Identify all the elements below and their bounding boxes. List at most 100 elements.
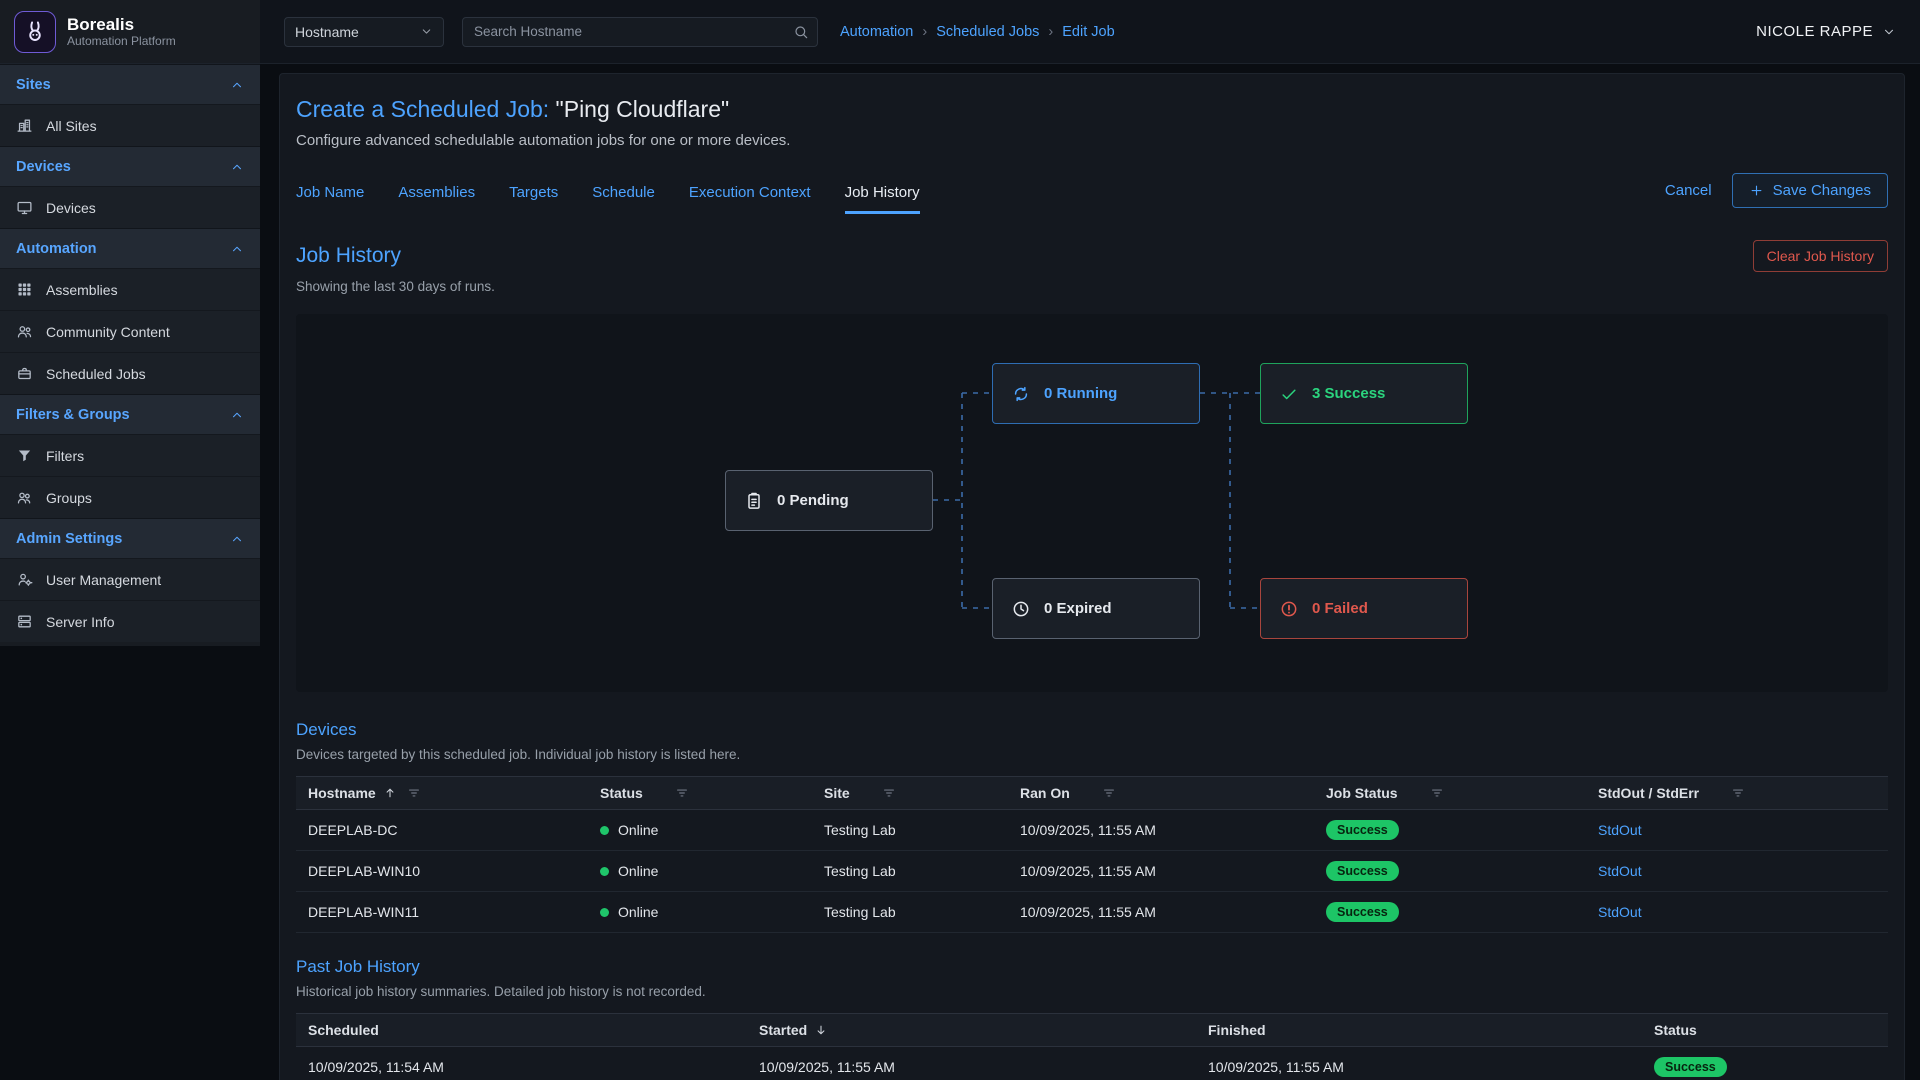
stdout-cell: StdOut: [1586, 892, 1888, 933]
column-status[interactable]: Status: [1642, 1014, 1888, 1047]
clear-job-history-button[interactable]: Clear Job History: [1753, 240, 1888, 272]
tab-schedule[interactable]: Schedule: [592, 184, 655, 214]
success-badge: Success: [1326, 902, 1399, 922]
chevron-down-icon: [1882, 25, 1896, 39]
page-title: Create a Scheduled Job: "Ping Cloudflare…: [296, 96, 1888, 123]
status-cell: Online: [588, 810, 812, 851]
user-menu[interactable]: NICOLE RAPPE: [1756, 23, 1896, 40]
item-label: Assemblies: [46, 282, 118, 298]
save-changes-label: Save Changes: [1773, 182, 1871, 199]
cancel-button[interactable]: Cancel: [1665, 182, 1712, 199]
scheduled-cell: 10/09/2025, 11:54 AM: [296, 1047, 747, 1080]
stdout-link[interactable]: StdOut: [1598, 822, 1642, 838]
user-gear-icon: [16, 571, 33, 588]
column-started[interactable]: Started: [747, 1014, 1196, 1047]
tab-job-name[interactable]: Job Name: [296, 184, 364, 214]
section-label: Automation: [16, 241, 97, 257]
pending-count-label: 0 Pending: [777, 492, 849, 509]
stdout-link[interactable]: StdOut: [1598, 904, 1642, 920]
device-row[interactable]: DEEPLAB-WIN11 Online Testing Lab 10/09/2…: [296, 892, 1888, 933]
section-label: Admin Settings: [16, 531, 122, 547]
save-changes-button[interactable]: Save Changes: [1732, 173, 1888, 208]
filter-icon[interactable]: [675, 786, 689, 800]
hostname-search: [462, 17, 818, 47]
page-subtitle: Configure advanced schedulable automatio…: [296, 132, 1888, 149]
chevron-up-icon: [230, 160, 244, 174]
column-job-status[interactable]: Job Status: [1314, 777, 1586, 810]
past-history-row[interactable]: 10/09/2025, 11:54 AM 10/09/2025, 11:55 A…: [296, 1047, 1888, 1080]
sidebar-item-community-content[interactable]: Community Content: [0, 310, 260, 352]
column-hostname[interactable]: Hostname: [296, 777, 588, 810]
sidebar-section-automation[interactable]: Automation: [0, 228, 260, 268]
item-label: Community Content: [46, 324, 170, 340]
column-scheduled[interactable]: Scheduled: [296, 1014, 747, 1047]
sidebar-section-sites[interactable]: Sites: [0, 64, 260, 104]
search-input[interactable]: [462, 17, 818, 47]
sidebar-item-all-sites[interactable]: All Sites: [0, 104, 260, 146]
failed-count-label: 0 Failed: [1312, 600, 1368, 617]
column-status[interactable]: Status: [588, 777, 812, 810]
section-label: Filters & Groups: [16, 407, 130, 423]
breadcrumb-automation[interactable]: Automation: [840, 24, 913, 40]
caret-down-icon: [420, 25, 433, 38]
filter-icon[interactable]: [882, 786, 896, 800]
breadcrumb-scheduled-jobs[interactable]: Scheduled Jobs: [913, 24, 1039, 40]
hostname-cell: DEEPLAB-DC: [296, 810, 588, 851]
alert-circle-icon: [1279, 599, 1299, 619]
device-row[interactable]: DEEPLAB-WIN10 Online Testing Lab 10/09/2…: [296, 851, 1888, 892]
job-status-cell: Success: [1314, 851, 1586, 892]
flow-node-expired[interactable]: 0 Expired: [992, 578, 1200, 639]
sidebar-item-devices[interactable]: Devices: [0, 186, 260, 228]
item-label: Devices: [46, 200, 96, 216]
sidebar-section-devices[interactable]: Devices: [0, 146, 260, 186]
funnel-icon: [16, 447, 33, 464]
sidebar-item-server-info[interactable]: Server Info: [0, 600, 260, 642]
flow-node-failed[interactable]: 0 Failed: [1260, 578, 1468, 639]
sort-descending-icon[interactable]: [814, 1023, 828, 1037]
flow-node-success[interactable]: 3 Success: [1260, 363, 1468, 424]
column-stdout-stderr[interactable]: StdOut / StdErr: [1586, 777, 1888, 810]
briefcase-icon: [16, 365, 33, 382]
tab-execution-context[interactable]: Execution Context: [689, 184, 811, 214]
filter-icon[interactable]: [1102, 786, 1116, 800]
sidebar-item-groups[interactable]: Groups: [0, 476, 260, 518]
filter-icon[interactable]: [1430, 786, 1444, 800]
sidebar-item-user-management[interactable]: User Management: [0, 558, 260, 600]
breadcrumb-edit-job[interactable]: Edit Job: [1039, 24, 1114, 40]
sort-ascending-icon[interactable]: [383, 786, 397, 800]
flow-node-running[interactable]: 0 Running: [992, 363, 1200, 424]
item-label: All Sites: [46, 118, 97, 134]
filter-icon[interactable]: [407, 786, 421, 800]
sidebar-section-filters-groups[interactable]: Filters & Groups: [0, 394, 260, 434]
ran-on-cell: 10/09/2025, 11:55 AM: [1008, 892, 1314, 933]
tab-targets[interactable]: Targets: [509, 184, 558, 214]
main-content: Create a Scheduled Job: "Ping Cloudflare…: [260, 64, 1920, 1080]
tab-job-history[interactable]: Job History: [845, 184, 920, 214]
device-row[interactable]: DEEPLAB-DC Online Testing Lab 10/09/2025…: [296, 810, 1888, 851]
sidebar-item-filters[interactable]: Filters: [0, 434, 260, 476]
job-status-cell: Success: [1314, 892, 1586, 933]
item-label: Filters: [46, 448, 84, 464]
column-ran-on[interactable]: Ran On: [1008, 777, 1314, 810]
tab-assemblies[interactable]: Assemblies: [398, 184, 475, 214]
ran-on-cell: 10/09/2025, 11:55 AM: [1008, 810, 1314, 851]
stdout-cell: StdOut: [1586, 851, 1888, 892]
filter-icon[interactable]: [1731, 786, 1745, 800]
past-job-history-description: Historical job history summaries. Detail…: [296, 984, 1888, 999]
hostname-filter-select[interactable]: Hostname: [284, 17, 444, 47]
server-icon: [16, 613, 33, 630]
search-icon[interactable]: [793, 24, 809, 40]
expired-count-label: 0 Expired: [1044, 600, 1112, 617]
success-badge: Success: [1654, 1057, 1727, 1077]
stdout-link[interactable]: StdOut: [1598, 863, 1642, 879]
sidebar-item-assemblies[interactable]: Assemblies: [0, 268, 260, 310]
success-badge: Success: [1326, 861, 1399, 881]
flow-node-pending[interactable]: 0 Pending: [725, 470, 933, 531]
chevron-up-icon: [230, 532, 244, 546]
sidebar-item-scheduled-jobs[interactable]: Scheduled Jobs: [0, 352, 260, 394]
started-cell: 10/09/2025, 11:55 AM: [747, 1047, 1196, 1080]
sidebar-section-admin-settings[interactable]: Admin Settings: [0, 518, 260, 558]
column-finished[interactable]: Finished: [1196, 1014, 1642, 1047]
column-site[interactable]: Site: [812, 777, 1008, 810]
running-count-label: 0 Running: [1044, 385, 1117, 402]
